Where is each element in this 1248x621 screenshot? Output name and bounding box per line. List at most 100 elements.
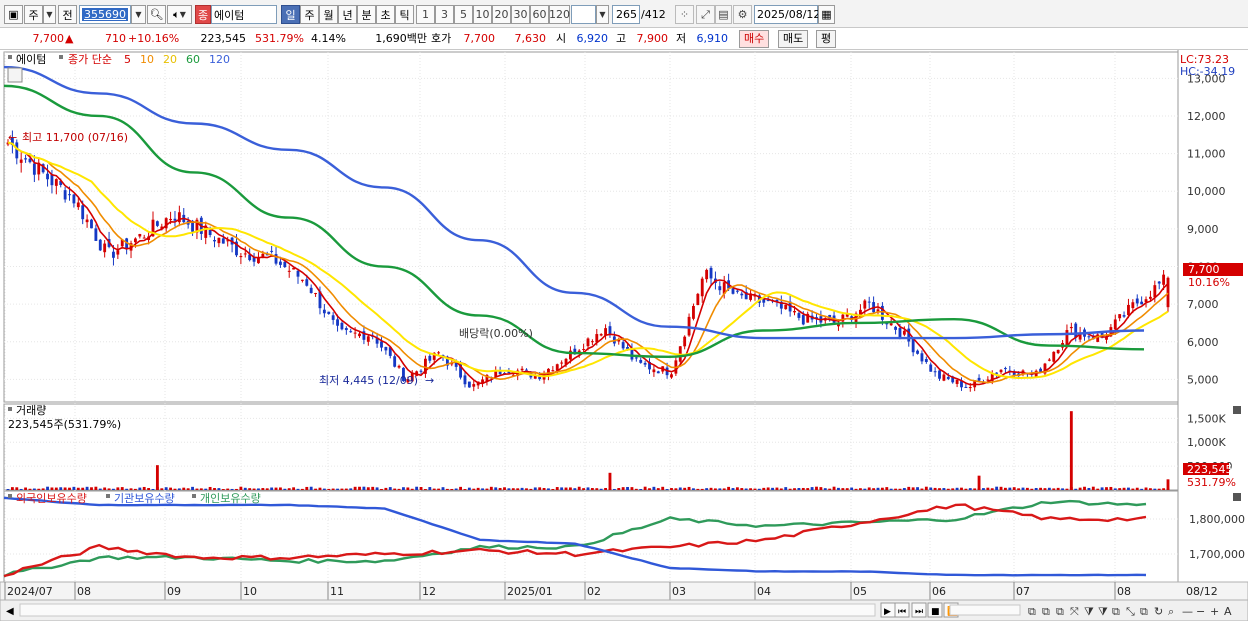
candle-body <box>173 218 177 221</box>
interval-button-3[interactable]: 3 <box>435 5 454 24</box>
volume-bar <box>911 487 915 490</box>
volume-bar <box>599 488 603 490</box>
interval-button-120[interactable]: 120 <box>549 5 570 24</box>
eval-button[interactable]: 평 <box>816 30 837 48</box>
volume-bar <box>1131 488 1135 490</box>
mode-dropdown-icon[interactable]: ▼ <box>43 5 56 24</box>
period-button-3[interactable]: 년 <box>338 5 357 24</box>
stock-code-input[interactable]: 355690 <box>79 5 131 24</box>
period-button-5[interactable]: 초 <box>376 5 395 24</box>
volume-bar <box>213 488 216 490</box>
period-button-2[interactable]: 월 <box>319 5 338 24</box>
candle-body <box>428 355 432 361</box>
candle-body <box>72 194 76 204</box>
volume-bar <box>942 488 946 490</box>
interval-custom-input[interactable] <box>571 5 596 24</box>
interval-button-60[interactable]: 60 <box>530 5 549 24</box>
volume-bar <box>1091 486 1095 490</box>
volume-bar <box>714 488 717 490</box>
interval-dropdown-icon[interactable]: ▼ <box>596 5 609 24</box>
volume-bar <box>419 487 423 490</box>
low-annotation: 최저 4,445 (12/09) <box>319 374 418 387</box>
x-axis-label-6: 2025/01 <box>507 585 553 598</box>
volume-bar <box>801 487 805 490</box>
bottom-tool-icon-7: ⤡ <box>1126 605 1135 618</box>
mode-button[interactable]: 주 <box>24 5 43 24</box>
gear-icon[interactable]: ⚙ <box>733 5 752 24</box>
volume-bar <box>823 488 827 490</box>
low-arrow-icon: → <box>425 374 434 387</box>
save-icon[interactable]: ▤ <box>715 5 732 24</box>
candle-body <box>670 374 673 378</box>
volume-ratio: 531.79% <box>255 32 304 45</box>
volume-bar <box>120 487 124 490</box>
pin-icon[interactable]: ⁘ <box>675 5 694 24</box>
ma-period-60: 60 <box>186 53 200 66</box>
volume-bar <box>683 487 687 490</box>
interval-button-30[interactable]: 30 <box>511 5 530 24</box>
volume-bar <box>362 486 366 490</box>
candle-body <box>358 333 361 337</box>
volume-bar <box>898 488 902 490</box>
x-axis-label-13: 08 <box>1117 585 1131 598</box>
low-price: 6,910 <box>696 32 729 45</box>
search-icon[interactable]: 🔍︎ <box>147 5 166 24</box>
interval-button-1[interactable]: 1 <box>416 5 435 24</box>
volume-bar <box>358 486 361 490</box>
date-input[interactable]: 2025/08/12 <box>754 5 820 24</box>
candle-body <box>314 293 317 295</box>
speaker-icon[interactable]: 🔈︎ ▼ <box>167 5 192 24</box>
candle-body <box>639 359 643 363</box>
volume-bar <box>230 488 234 490</box>
volume-bar <box>815 486 818 490</box>
candle-body <box>1047 359 1051 361</box>
high-label: 고 <box>616 32 627 45</box>
volume-bar <box>410 488 414 490</box>
ma-period-120: 120 <box>209 53 230 66</box>
volume-bar <box>112 488 115 490</box>
volume-bar <box>995 486 999 490</box>
last-volume-label: 223,545 <box>1187 463 1233 476</box>
buy-button[interactable]: 매수 <box>739 30 770 48</box>
chart-canvas[interactable]: 13,00012,00011,00010,0009,0008,0007,0006… <box>0 50 1248 621</box>
period-button-0[interactable]: 일 <box>281 5 300 24</box>
interval-button-5[interactable]: 5 <box>454 5 473 24</box>
interval-button-20[interactable]: 20 <box>492 5 511 24</box>
calendar-icon[interactable]: ▦ <box>818 5 835 24</box>
volume-bar <box>560 487 564 490</box>
candle-body <box>467 381 471 388</box>
candle-body <box>340 322 344 330</box>
volume-bar <box>1061 488 1064 490</box>
volume-bar <box>722 488 726 490</box>
volume-bar <box>424 489 427 490</box>
volume-bar <box>964 488 968 490</box>
volume-bar <box>191 486 194 490</box>
stock-name-field[interactable]: 에이텀 <box>211 5 277 24</box>
candle-body <box>1004 368 1007 370</box>
volume-bar <box>402 487 405 490</box>
volume-bar <box>555 487 559 490</box>
bottom-tool-icon-6: ⧉ <box>1112 605 1120 618</box>
window-menu-icon[interactable]: ▣ <box>4 5 23 24</box>
code-dropdown-icon[interactable]: ▼ <box>131 5 146 24</box>
volume-bar <box>533 487 537 490</box>
interval-button-10[interactable]: 10 <box>473 5 492 24</box>
scroll-left-icon: ◀ <box>6 606 14 617</box>
volume-bar <box>933 487 937 490</box>
volume-bar <box>98 488 102 490</box>
calculator-icon <box>7 67 23 83</box>
period-button-4[interactable]: 분 <box>357 5 376 24</box>
period-button-1[interactable]: 주 <box>300 5 319 24</box>
prev-button[interactable]: 전 <box>58 5 77 24</box>
volume-bar <box>946 488 950 490</box>
period-button-6[interactable]: 틱 <box>395 5 414 24</box>
price-tick-label: 9,000 <box>1187 223 1219 236</box>
zoom-icon[interactable]: ⤢ <box>696 5 715 24</box>
candle-body <box>656 371 660 374</box>
sell-button[interactable]: 매도 <box>778 30 809 48</box>
count-input[interactable]: 265 <box>612 5 640 24</box>
volume-bar <box>1012 487 1016 490</box>
playback-icon-2: ⏭ <box>915 607 923 617</box>
x-axis-label-10: 05 <box>853 585 867 598</box>
x-axis-label-3: 10 <box>243 585 257 598</box>
